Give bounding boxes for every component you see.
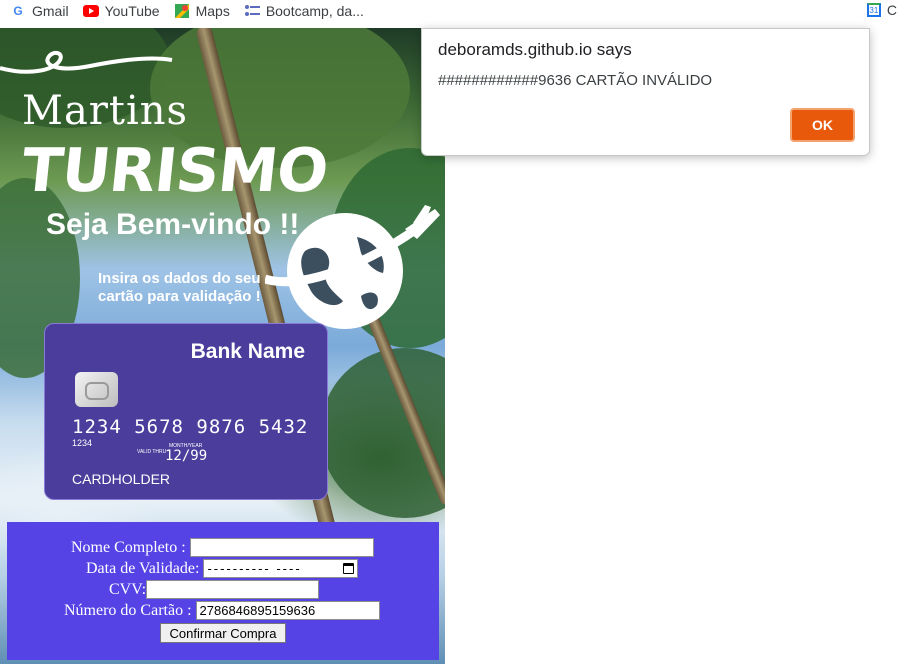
card-expiry-preview: 12/99 (165, 448, 208, 464)
calendar-picker-icon[interactable] (343, 563, 355, 574)
youtube-icon (82, 3, 99, 19)
name-label: Nome Completo : (71, 538, 186, 556)
form-row-cvv: CVV: (109, 580, 320, 599)
dialog-message: ############9636 CARTÃO INVÁLIDO (438, 72, 713, 89)
valid-thru-label: VALID THRU (137, 449, 167, 455)
cardholder-label: CARDHOLDER (72, 471, 171, 487)
page-content: Martins TURISMO Seja Bem-vindo !! Insira… (0, 28, 897, 664)
bookmark-youtube[interactable]: YouTube (82, 3, 160, 19)
bookmark-bootcamp[interactable]: Bootcamp, da... (244, 3, 364, 19)
alert-dialog: deboramds.github.io says ############963… (421, 28, 870, 156)
swirl-decoration (0, 51, 173, 74)
instruction-text: Insira os dados do seu cartão para valid… (98, 270, 261, 305)
bookmarks-bar: G Gmail YouTube Maps Bootcamp, da... 31 … (0, 0, 897, 22)
card-number-small: 1234 (72, 438, 93, 448)
cvv-input[interactable] (146, 580, 320, 599)
bookmark-overflow-label[interactable]: C (887, 2, 897, 18)
date-placeholder: ---------- ---- (207, 561, 302, 576)
bank-name: Bank Name (190, 340, 305, 363)
google-icon: G (13, 4, 23, 18)
form-row-date: Data de Validade: ---------- ---- (86, 559, 359, 578)
form-row-card: Número do Cartão : (64, 601, 380, 620)
bookmark-label: Maps (195, 3, 230, 19)
credit-card-preview: Bank Name 1234 5678 9876 5432 1234 VALID… (44, 323, 328, 500)
card-number-label: Número do Cartão : (64, 601, 192, 619)
dialog-title: deboramds.github.io says (438, 40, 632, 59)
chip-icon (75, 372, 118, 407)
bookmark-gmail[interactable]: G Gmail (10, 3, 69, 19)
brand-line2: TURISMO (18, 136, 331, 206)
bookmark-label: Bootcamp, da... (265, 3, 364, 19)
bookmarks-right: 31 C (866, 2, 897, 18)
confirm-purchase-button[interactable]: Confirmar Compra (160, 623, 286, 643)
date-input[interactable]: ---------- ---- (203, 559, 359, 578)
payment-form: Nome Completo : Data de Validade: ------… (7, 522, 439, 660)
bookmark-label: Gmail (32, 3, 69, 19)
bookmark-label: YouTube (104, 3, 160, 19)
palm-foliage (320, 348, 445, 518)
globe-plane-icon (265, 205, 440, 329)
ok-button[interactable]: OK (790, 108, 855, 142)
date-label: Data de Validade: (86, 559, 200, 577)
name-input[interactable] (189, 538, 374, 557)
form-row-name: Nome Completo : (71, 538, 374, 557)
card-number-input[interactable] (195, 601, 380, 620)
calendar-icon[interactable]: 31 (866, 3, 881, 17)
maps-icon (174, 3, 190, 19)
welcome-heading: Seja Bem-vindo !! (46, 208, 300, 241)
bookmark-maps[interactable]: Maps (174, 3, 230, 19)
cvv-label: CVV: (109, 580, 147, 598)
brand-line1: Martins (22, 88, 189, 134)
bootcamp-icon (244, 3, 260, 19)
card-number-preview: 1234 5678 9876 5432 (72, 416, 309, 438)
